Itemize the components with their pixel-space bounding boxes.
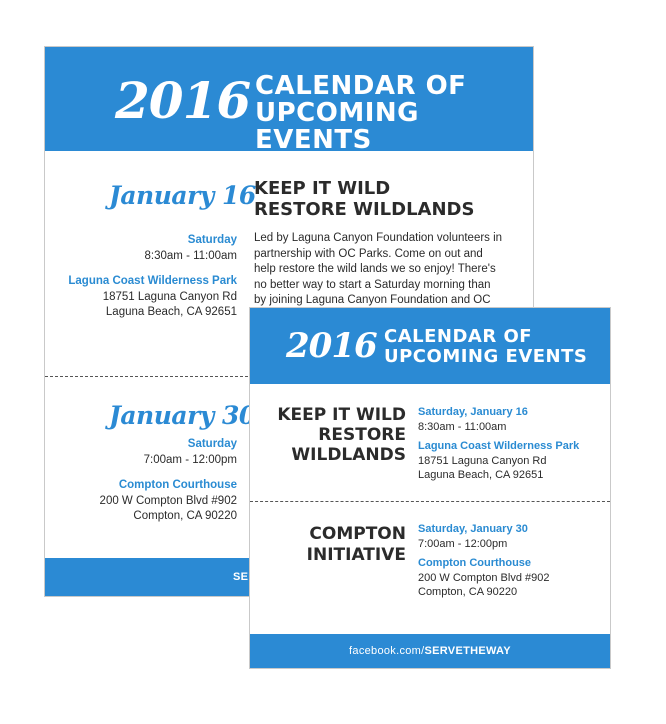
front-flyer: 2016 CALENDAR OF UPCOMING EVENTS KEEP IT…: [249, 307, 611, 669]
event1-time: 8:30am - 11:00am: [144, 249, 237, 262]
event1-info: Saturday, January 16 8:30am - 11:00am La…: [418, 405, 608, 483]
header-title-line1: CALENDAR OF: [255, 71, 467, 101]
header-title: CALENDAR OF UPCOMING EVENTS: [255, 73, 533, 154]
event2-address1: 200 W Compton Blvd #902: [418, 571, 550, 584]
event1-venue: Laguna Coast Wilderness Park: [68, 275, 237, 287]
event1-description: Led by Laguna Canyon Foundation voluntee…: [254, 232, 503, 311]
flyer-footer: facebook.com/SERVETHEWAY: [250, 634, 610, 668]
event1-address1: 18751 Laguna Canyon Rd: [418, 454, 547, 467]
header-year: 2016: [115, 71, 251, 130]
event2-time: 7:00am - 12:00pm: [143, 453, 237, 466]
event1-title-line3: WILDLANDS: [291, 445, 406, 465]
event1-title: KEEP IT WILD RESTORE WILDLANDS: [254, 178, 474, 220]
event2-info: Saturday 7:00am - 12:00pm Compton Courth…: [47, 437, 237, 525]
event2-address2: Compton, CA 90220: [133, 510, 237, 522]
event1-time: 8:30am - 11:00am: [418, 420, 507, 433]
event2-time: 7:00am - 12:00pm: [418, 537, 508, 550]
footer-link[interactable]: facebook.com/SERVETHEWAY: [250, 634, 610, 668]
event2-day: Saturday: [187, 438, 237, 450]
event1-date: Saturday, January 16: [418, 406, 528, 418]
header-year: 2016: [286, 326, 378, 366]
event2-address1: 200 W Compton Blvd #902: [99, 494, 237, 507]
footer-link-prefix: facebook.com/: [349, 645, 425, 657]
header-title-line2: UPCOMING EVENTS: [384, 346, 588, 367]
event2-date: January 30: [109, 401, 256, 430]
event1-title-line2: RESTORE: [318, 425, 406, 445]
event2-title-line2: INITIATIVE: [306, 545, 406, 565]
event2-title: COMPTON INITIATIVE: [256, 524, 406, 566]
event1-title-line2: RESTORE WILDLANDS: [254, 199, 475, 220]
event2-date: Saturday, January 30: [418, 523, 528, 535]
event1-address2: Laguna Beach, CA 92651: [105, 306, 237, 318]
header-title: CALENDAR OF UPCOMING EVENTS: [384, 327, 587, 367]
header-title-line1: CALENDAR OF: [384, 326, 533, 347]
footer-link-handle: SERVETHEWAY: [424, 645, 511, 657]
event2-venue: Compton Courthouse: [418, 557, 532, 569]
flyer-header: 2016 CALENDAR OF UPCOMING EVENTS: [45, 47, 533, 154]
event1-date: January 16: [109, 181, 256, 210]
event1-info: Saturday 8:30am - 11:00am Laguna Coast W…: [47, 233, 237, 321]
event1-title-line1: KEEP IT WILD: [254, 178, 391, 199]
event1-day: Saturday: [187, 234, 237, 246]
event1-address1: 18751 Laguna Canyon Rd: [102, 290, 237, 303]
header-title-line2: UPCOMING EVENTS: [255, 98, 419, 155]
event2-info: Saturday, January 30 7:00am - 12:00pm Co…: [418, 522, 608, 600]
event1-title: KEEP IT WILD RESTORE WILDLANDS: [256, 405, 406, 465]
cut-line: [250, 501, 610, 502]
event2-title-line1: COMPTON: [309, 524, 406, 544]
event2-venue: Compton Courthouse: [118, 479, 237, 491]
event1-address2: Laguna Beach, CA 92651: [418, 469, 544, 481]
event1-title-line1: KEEP IT WILD: [277, 405, 406, 425]
flyer-header: 2016 CALENDAR OF UPCOMING EVENTS: [250, 308, 610, 384]
event1-venue: Laguna Coast Wilderness Park: [418, 440, 580, 452]
event2-address2: Compton, CA 90220: [418, 586, 518, 598]
